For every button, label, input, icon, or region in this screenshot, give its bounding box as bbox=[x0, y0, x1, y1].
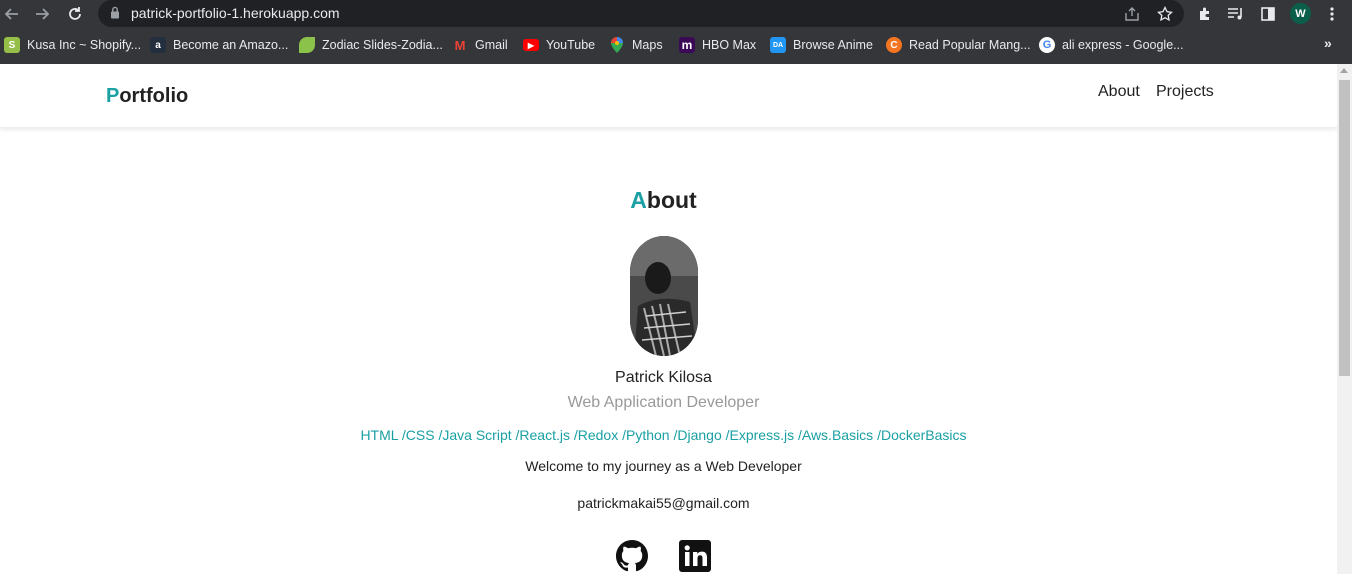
profile-name: Patrick Kilosa bbox=[615, 369, 712, 386]
github-icon[interactable] bbox=[616, 540, 648, 572]
about-heading: About bbox=[0, 187, 1327, 214]
email-text[interactable]: patrickmakai55@gmail.com bbox=[0, 495, 1327, 511]
profile-role: Web Application Developer bbox=[567, 394, 760, 411]
amazon-icon: a bbox=[150, 37, 166, 53]
more-bookmarks-chevron-icon[interactable]: » bbox=[1324, 35, 1332, 51]
side-panel-icon[interactable] bbox=[1258, 4, 1278, 24]
site-brand[interactable]: Portfolio bbox=[106, 85, 188, 108]
hbomax-icon: m bbox=[679, 37, 695, 53]
bookmark-amazon[interactable]: a Become an Amazo... bbox=[150, 36, 288, 54]
profile-avatar[interactable]: W bbox=[1290, 3, 1311, 24]
bookmark-maps[interactable]: Maps bbox=[609, 36, 663, 54]
skills-list: HTML /CSS /Java Script /React.js /Redox … bbox=[360, 427, 967, 443]
bookmark-youtube[interactable]: ▶ YouTube bbox=[523, 36, 595, 54]
scrollbar-thumb[interactable] bbox=[1339, 80, 1350, 376]
url-text: patrick-portfolio-1.herokuapp.com bbox=[131, 5, 340, 21]
address-bar[interactable]: patrick-portfolio-1.herokuapp.com bbox=[98, 0, 1184, 27]
nav-about-link[interactable]: About bbox=[1098, 83, 1140, 101]
maps-icon bbox=[609, 37, 625, 53]
site-header: Portfolio About Projects bbox=[0, 64, 1337, 128]
share-icon[interactable] bbox=[1123, 5, 1141, 23]
brand-initial: P bbox=[106, 85, 120, 107]
bookmark-manga[interactable]: C Read Popular Mang... bbox=[886, 36, 1031, 54]
bookmark-star-icon[interactable] bbox=[1156, 5, 1174, 23]
reload-icon[interactable] bbox=[65, 4, 85, 24]
page-scrollbar[interactable] bbox=[1337, 64, 1352, 574]
leaf-icon bbox=[299, 37, 315, 53]
kebab-menu-icon[interactable] bbox=[1322, 4, 1342, 24]
extensions-puzzle-icon[interactable] bbox=[1195, 4, 1215, 24]
deviantart-icon: DA bbox=[770, 37, 786, 53]
bookmark-hbomax[interactable]: m HBO Max bbox=[679, 36, 756, 54]
bookmark-zodiac[interactable]: Zodiac Slides-Zodia... bbox=[299, 36, 443, 54]
heading-initial: A bbox=[630, 187, 647, 213]
crunchyroll-icon: C bbox=[886, 37, 902, 53]
welcome-text: Welcome to my journey as a Web Developer bbox=[525, 458, 802, 474]
browser-toolbar: patrick-portfolio-1.herokuapp.com W bbox=[0, 0, 1352, 28]
bookmark-browse-anime[interactable]: DA Browse Anime bbox=[770, 36, 873, 54]
heading-rest: bout bbox=[646, 187, 697, 213]
nav-projects-link[interactable]: Projects bbox=[1156, 83, 1214, 101]
bookmark-shopify[interactable]: S Kusa Inc ~ Shopify... bbox=[4, 36, 141, 54]
back-arrow-icon[interactable] bbox=[2, 4, 22, 24]
page-viewport: Portfolio About Projects About Patrick K… bbox=[0, 64, 1337, 574]
youtube-icon: ▶ bbox=[523, 39, 539, 51]
google-icon: G bbox=[1039, 37, 1055, 53]
brand-rest: ortfolio bbox=[119, 85, 189, 107]
bookmark-aliexpress[interactable]: G ali express - Google... bbox=[1039, 36, 1184, 54]
gmail-icon: M bbox=[454, 37, 466, 53]
bookmarks-bar: S Kusa Inc ~ Shopify... a Become an Amaz… bbox=[0, 31, 1352, 59]
bookmark-gmail[interactable]: M Gmail bbox=[452, 36, 508, 54]
scroll-up-arrow-icon[interactable] bbox=[1340, 68, 1348, 73]
media-queue-icon[interactable] bbox=[1226, 4, 1246, 24]
browser-chrome: patrick-portfolio-1.herokuapp.com W S Ku… bbox=[0, 0, 1352, 64]
linkedin-icon[interactable] bbox=[679, 540, 711, 572]
shopify-icon: S bbox=[4, 37, 20, 53]
lock-icon bbox=[110, 6, 120, 24]
profile-photo bbox=[630, 236, 698, 356]
forward-arrow-icon[interactable] bbox=[32, 4, 52, 24]
